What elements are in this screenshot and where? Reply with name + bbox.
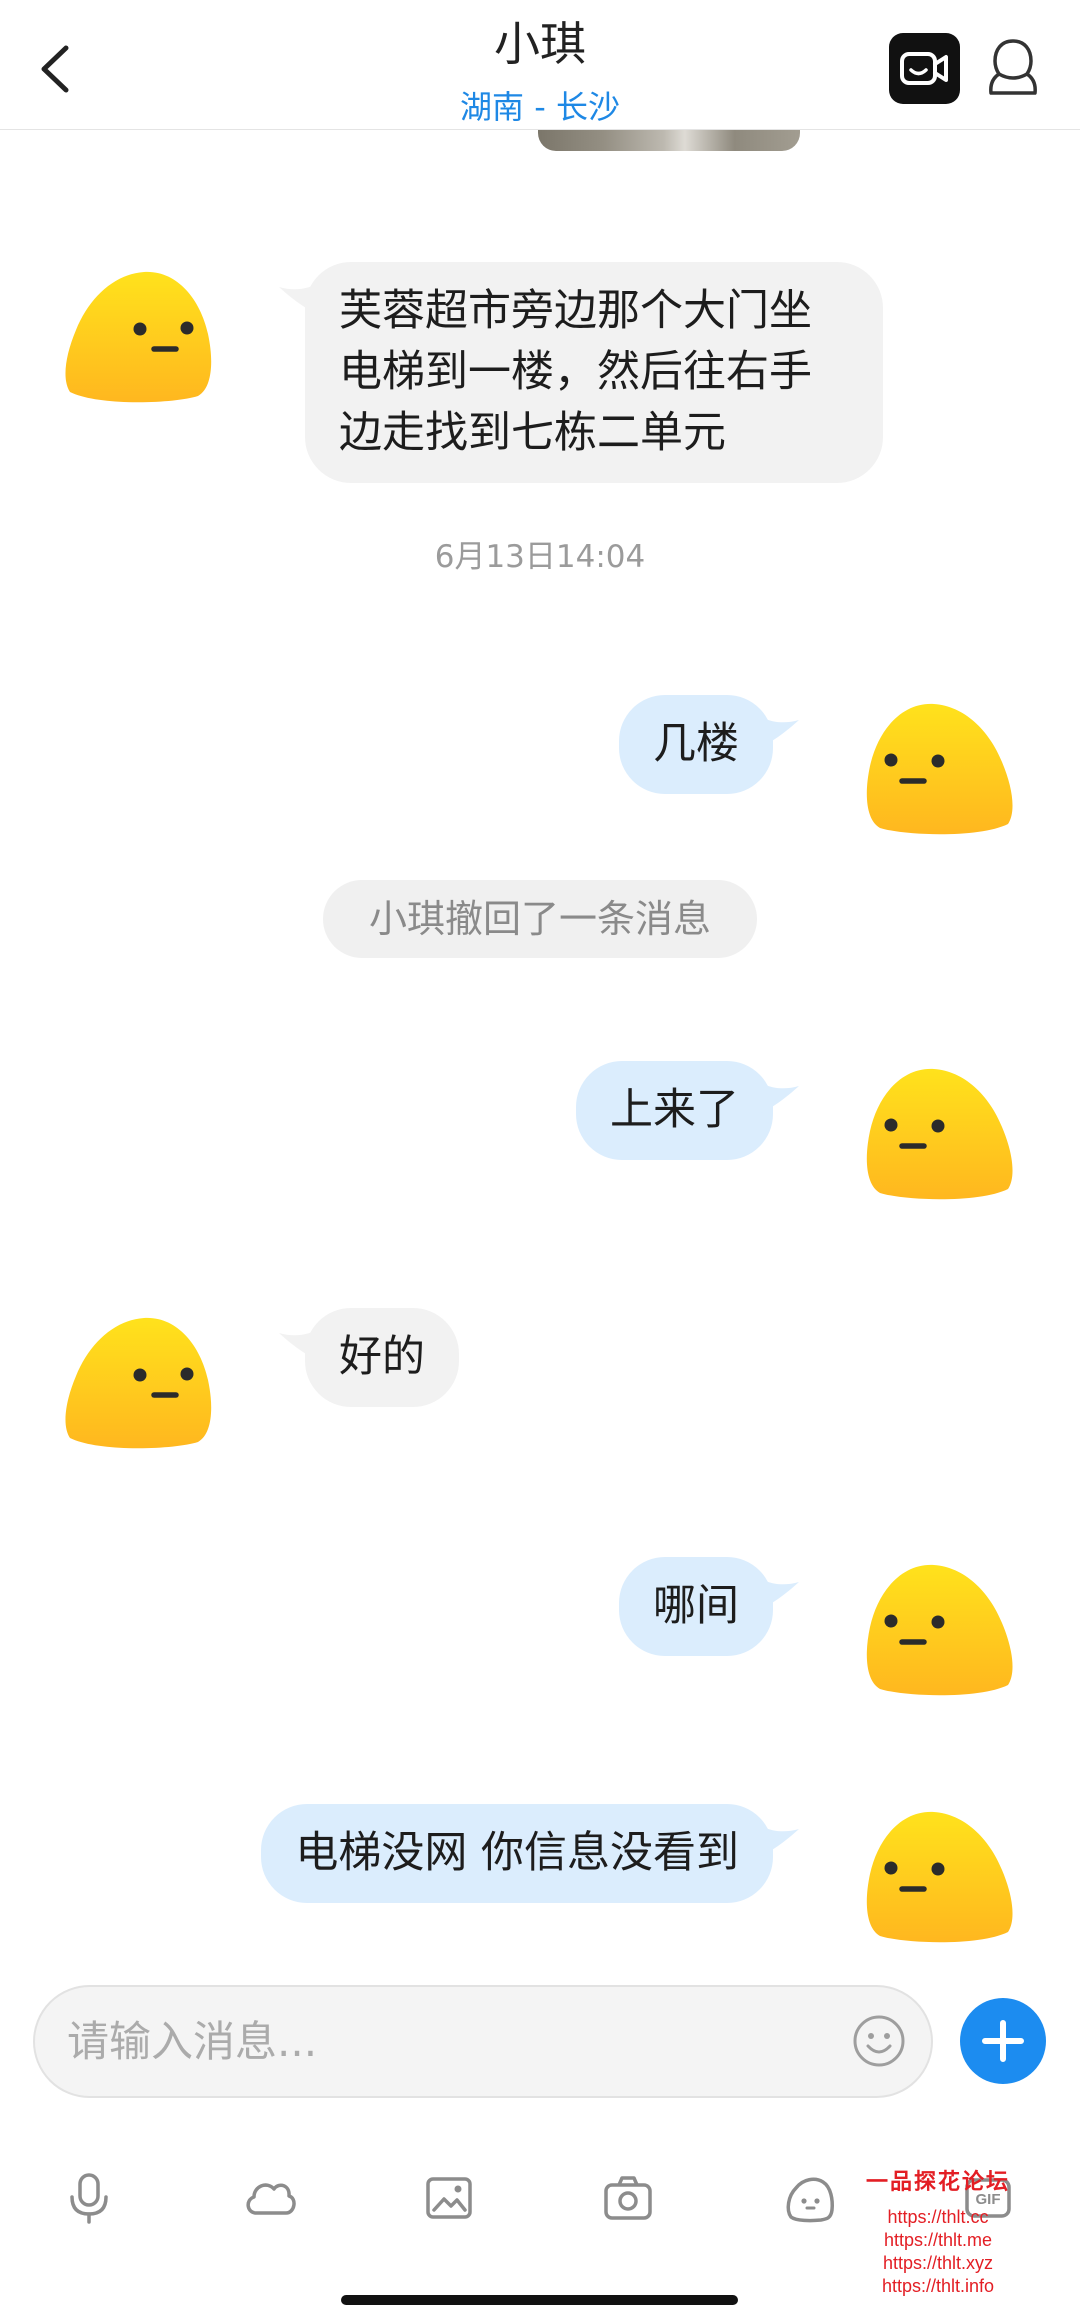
watermark-url: https://thlt.me <box>883 2230 993 2250</box>
profile-icon <box>989 39 1037 95</box>
photo-message-thumbnail[interactable] <box>538 130 800 151</box>
bubble-tail <box>757 1077 799 1117</box>
bubble-tail <box>757 1820 799 1860</box>
yellow-blob-avatar-icon <box>62 1310 212 1450</box>
watermark-url: https://thlt.xyz <box>882 2253 994 2273</box>
contact-avatar[interactable] <box>62 1310 212 1450</box>
my-avatar[interactable] <box>866 1061 1016 1201</box>
message-text: 好的 <box>339 1332 425 1382</box>
message-row: 好的 <box>0 1308 1080 1450</box>
message-text: 芙蓉超市旁边那个大门坐电梯到一楼，然后往右手边走找到七栋二单元 <box>339 286 812 458</box>
message-timestamp: 6月13日14:04 <box>434 539 646 575</box>
more-actions-button[interactable] <box>960 1998 1046 2084</box>
message-composer <box>33 1985 933 2098</box>
watermark-url-list: https://thlt.cc https://thlt.me https://… <box>853 2206 1023 2298</box>
message-text: 电梯没网 你信息没看到 <box>295 1828 739 1878</box>
watermark-url: https://thlt.cc <box>887 2207 989 2227</box>
bubble-tail <box>757 711 799 751</box>
watermark-title: 一品探花论坛 <box>865 2169 1010 2195</box>
bubble-tail <box>279 1324 321 1364</box>
contact-name: 小琪 <box>494 17 586 71</box>
photo-album-button[interactable] <box>421 2170 477 2226</box>
yellow-blob-avatar-icon <box>866 1061 1016 1201</box>
my-avatar[interactable] <box>866 696 1016 836</box>
message-row: 芙蓉超市旁边那个大门坐电梯到一楼，然后往右手边走找到七栋二单元 <box>0 262 1080 484</box>
cloud-icon <box>246 2183 296 2215</box>
outgoing-message-bubble[interactable]: 几楼 <box>619 695 773 794</box>
message-text: 几楼 <box>653 719 739 769</box>
smiley-icon <box>853 2015 905 2067</box>
profile-button[interactable] <box>985 37 1041 99</box>
chevron-left-icon <box>41 45 69 93</box>
yellow-blob-avatar-icon <box>866 1804 1016 1944</box>
bubble-tail <box>757 1573 799 1613</box>
chat-header: 小琪 湖南 - 长沙 <box>0 0 1080 130</box>
video-call-button[interactable] <box>889 33 960 104</box>
voice-button[interactable] <box>61 2170 117 2226</box>
incoming-message-bubble[interactable]: 好的 <box>305 1308 459 1407</box>
outgoing-message-bubble[interactable]: 上来了 <box>576 1061 773 1160</box>
video-call-icon <box>889 33 960 104</box>
emoji-button[interactable] <box>851 2013 907 2069</box>
bubble-tail <box>279 278 321 318</box>
outgoing-message-bubble[interactable]: 哪间 <box>619 1557 773 1656</box>
microphone-icon <box>70 2173 108 2224</box>
camera-button[interactable] <box>600 2170 656 2226</box>
message-row: 几楼 <box>0 695 1080 837</box>
incoming-message-bubble[interactable]: 芙蓉超市旁边那个大门坐电梯到一楼，然后往右手边走找到七栋二单元 <box>305 262 883 483</box>
message-row: 哪间 <box>0 1557 1080 1699</box>
yellow-blob-avatar-icon <box>866 696 1016 836</box>
my-avatar[interactable] <box>866 1557 1016 1697</box>
camera-icon <box>604 2176 652 2220</box>
my-avatar[interactable] <box>866 1804 1016 1944</box>
watermark: 一品探花论坛 https://thlt.cc https://thlt.me h… <box>853 2168 1023 2298</box>
yellow-blob-avatar-icon <box>866 1557 1016 1697</box>
contact-location: 湖南 - 长沙 <box>460 88 620 126</box>
message-text: 哪间 <box>653 1581 739 1631</box>
recall-notice: 小琪撤回了一条消息 <box>322 880 758 958</box>
message-row: 上来了 <box>0 1061 1080 1203</box>
sticker-button[interactable] <box>781 2170 837 2226</box>
message-input[interactable] <box>67 1987 837 2096</box>
message-text: 上来了 <box>610 1085 739 1135</box>
cloud-file-button[interactable] <box>242 2170 298 2226</box>
back-button[interactable] <box>30 40 80 98</box>
contact-avatar[interactable] <box>62 264 212 404</box>
outgoing-message-bubble[interactable]: 电梯没网 你信息没看到 <box>261 1804 773 1903</box>
message-row: 电梯没网 你信息没看到 <box>0 1804 1080 1946</box>
yellow-blob-avatar-icon <box>62 264 212 404</box>
image-icon <box>426 2177 472 2219</box>
plus-icon <box>982 2020 1024 2062</box>
home-indicator <box>341 2295 738 2305</box>
watermark-url: https://thlt.info <box>881 2276 995 2296</box>
sticker-face-icon <box>786 2177 834 2223</box>
